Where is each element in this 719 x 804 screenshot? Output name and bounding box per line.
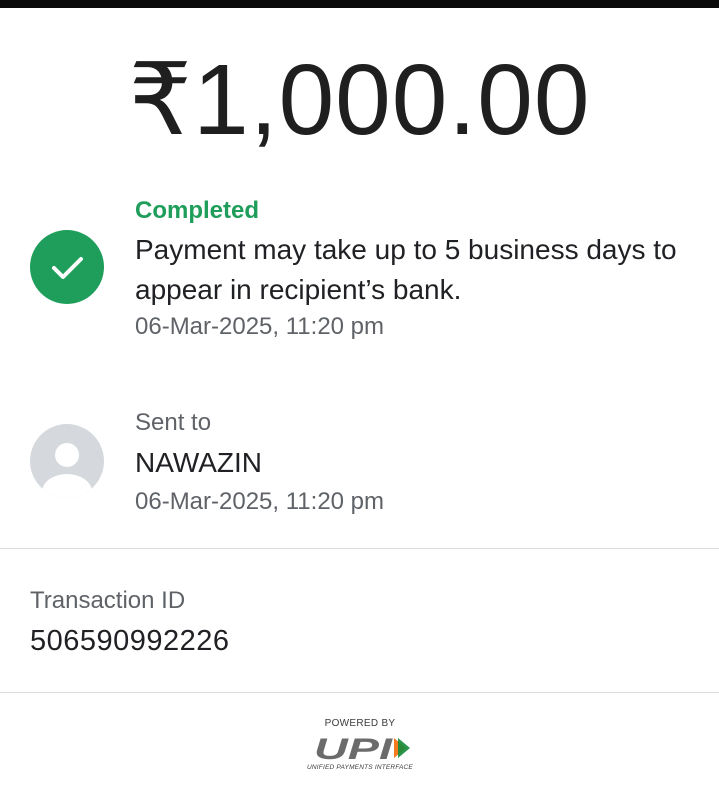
status-label: Completed bbox=[135, 197, 260, 224]
transaction-id-label: Transaction ID bbox=[30, 587, 186, 614]
top-bar bbox=[0, 0, 719, 8]
check-circle-icon bbox=[30, 230, 104, 304]
divider bbox=[0, 548, 719, 549]
transaction-id-value: 506590992226 bbox=[30, 625, 230, 657]
status-timestamp: 06-Mar-2025, 11:20 pm bbox=[135, 313, 385, 340]
divider bbox=[0, 692, 719, 693]
upi-logo: UPI bbox=[314, 733, 410, 764]
recipient-name: NAWAZIN bbox=[135, 447, 263, 478]
status-description: Payment may take up to 5 business days t… bbox=[135, 234, 677, 305]
sent-timestamp: 06-Mar-2025, 11:20 pm bbox=[135, 488, 385, 515]
powered-by-text: POWERED BY bbox=[324, 718, 396, 729]
payment-amount: ₹1,000.00 bbox=[128, 44, 591, 156]
upi-logo-text: UPI bbox=[314, 733, 393, 764]
upi-tagline: UNIFIED PAYMENTS INTERFACE bbox=[307, 764, 413, 771]
person-avatar-icon bbox=[30, 424, 104, 498]
sent-to-label: Sent to bbox=[135, 409, 212, 436]
upi-branding: POWERED BY UPI UNIFIED PAYMENTS INTERFAC… bbox=[300, 718, 420, 778]
